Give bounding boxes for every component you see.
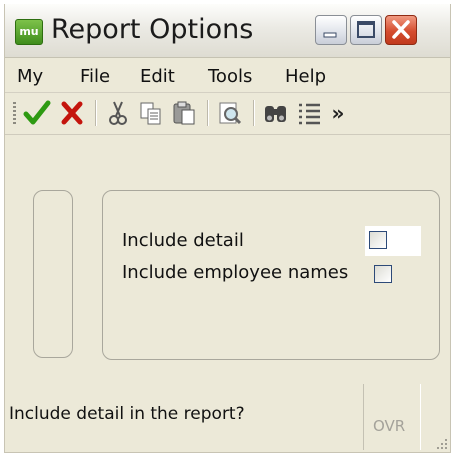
overflow-chevron-icon[interactable]: »: [327, 99, 349, 127]
menu-edit[interactable]: Edit: [140, 66, 175, 87]
menu-my[interactable]: My: [17, 66, 43, 87]
maximize-icon: [357, 21, 375, 38]
window-title: Report Options: [51, 14, 254, 45]
report-options-window: mu Report Options My File Edit Tools Hel…: [4, 4, 451, 453]
overwrite-mode-indicator: OVR: [373, 417, 406, 435]
preview-button[interactable]: [215, 99, 245, 127]
find-button[interactable]: [261, 99, 291, 127]
status-message: Include detail in the report?: [9, 404, 245, 424]
preview-icon: [219, 102, 242, 125]
toolbar-separator: [253, 100, 255, 126]
menu-help[interactable]: Help: [285, 66, 326, 87]
left-panel: [33, 190, 73, 358]
copy-button[interactable]: [136, 99, 166, 127]
status-bar: Include detail in the report? OVR: [5, 384, 450, 453]
paste-icon: [173, 101, 195, 125]
cut-button[interactable]: [103, 99, 133, 127]
toolbar-separator: [95, 100, 97, 126]
find-icon: [265, 106, 286, 122]
toolbar-grip[interactable]: [13, 102, 16, 126]
copy-icon: [140, 102, 161, 125]
include-employee-names-checkbox[interactable]: [374, 265, 392, 283]
maximize-button[interactable]: [350, 15, 382, 45]
list-icon: [299, 103, 320, 125]
include-employee-names-label: Include employee names: [122, 262, 349, 283]
menu-tools[interactable]: Tools: [208, 66, 252, 87]
list-button[interactable]: [294, 99, 324, 127]
toolbar: »: [5, 92, 450, 135]
include-detail-checkbox[interactable]: [369, 231, 387, 249]
menu-bar: My File Edit Tools Help: [5, 58, 450, 93]
include-detail-label: Include detail: [122, 230, 244, 251]
app-icon: mu: [15, 19, 43, 45]
resize-grip-icon[interactable]: [434, 437, 448, 451]
cancel-button[interactable]: [57, 99, 87, 127]
ok-check-icon: [23, 100, 51, 125]
minimize-button[interactable]: [315, 15, 347, 45]
title-bar[interactable]: mu Report Options: [5, 4, 450, 58]
close-icon: [392, 20, 410, 39]
cut-icon: [109, 101, 127, 125]
cancel-x-icon: [61, 101, 83, 125]
close-button[interactable]: [385, 15, 417, 45]
minimize-icon: [323, 32, 337, 38]
toolbar-separator: [207, 100, 209, 126]
menu-file[interactable]: File: [80, 66, 110, 87]
ok-button[interactable]: [22, 99, 52, 127]
paste-button[interactable]: [169, 99, 199, 127]
